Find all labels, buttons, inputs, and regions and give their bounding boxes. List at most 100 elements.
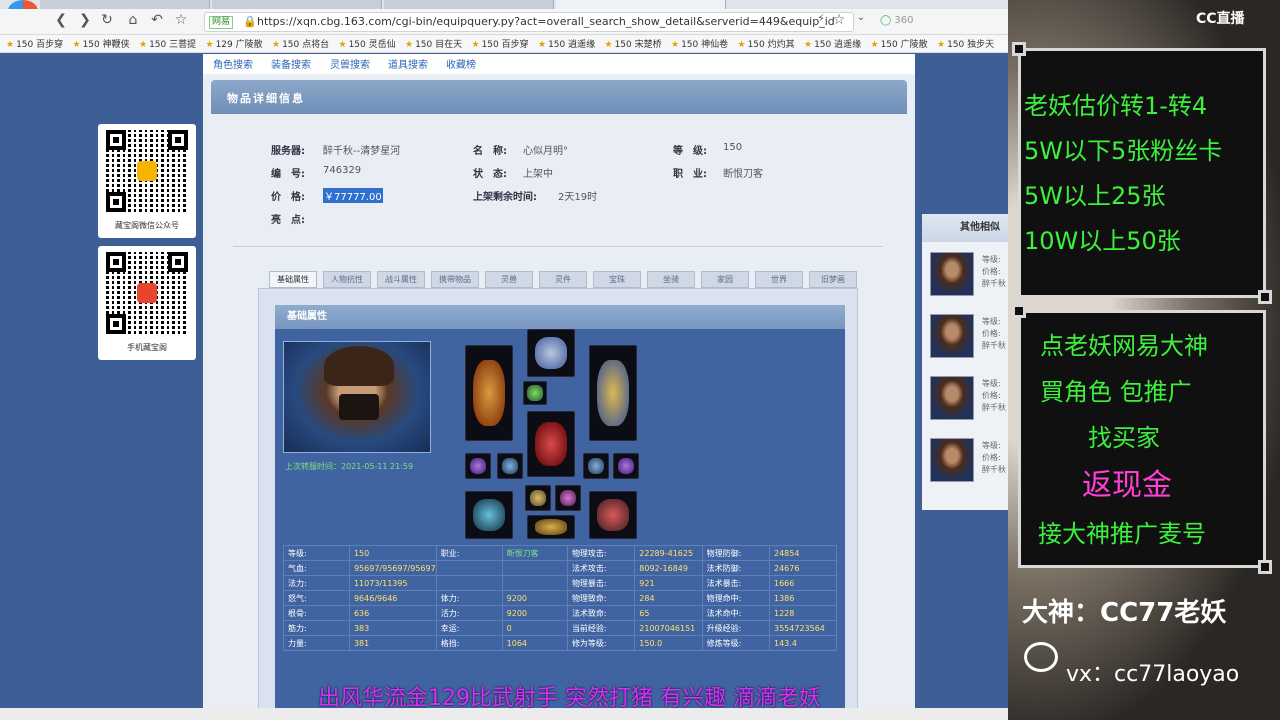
similar-item-avatar[interactable] — [930, 376, 974, 420]
necklace-slot[interactable] — [523, 381, 547, 405]
subtab-1[interactable]: 人物抗性 — [323, 271, 371, 288]
browser-tab[interactable] — [212, 0, 382, 9]
bookmark-label: 150 逍遥缘 — [548, 40, 596, 50]
subtab-6[interactable]: 宝珠 — [593, 271, 641, 288]
similar-item-avatar[interactable] — [930, 314, 974, 358]
nav-pet-search[interactable]: 灵兽搜索 — [330, 56, 370, 71]
subtab-3[interactable]: 携带物品 — [431, 271, 479, 288]
bookmark-item[interactable]: ★ 150 目在天 — [405, 37, 462, 50]
home-icon[interactable]: ⌂ — [124, 12, 142, 28]
subtab-7[interactable]: 坐骑 — [647, 271, 695, 288]
bookmark-item[interactable]: ★ 150 三菩提 — [139, 37, 196, 50]
bookmark-item[interactable]: ★ 150 神仙卷 — [671, 37, 728, 50]
undo-icon[interactable]: ↶ — [148, 12, 166, 28]
helmet-slot[interactable] — [527, 329, 575, 377]
bookmark-star-icon[interactable]: ☆ — [830, 12, 848, 28]
weapon-slot[interactable] — [465, 345, 513, 441]
subtab-4[interactable]: 灵兽 — [485, 271, 533, 288]
bookmark-item[interactable]: ★ 150 百步穿 — [472, 37, 529, 50]
stat-key: 当前经验: — [566, 620, 636, 636]
dropdown-icon[interactable]: ⌄ — [852, 12, 870, 23]
gem-slot[interactable] — [525, 485, 551, 511]
browser-tab[interactable] — [40, 0, 210, 9]
browser-tab-active[interactable] — [556, 0, 726, 9]
status-value: 上架中 — [523, 169, 553, 180]
boots-slot[interactable] — [589, 491, 637, 539]
similar-item[interactable]: 等级: 价格: 醉千秋 — [930, 376, 1008, 424]
bookmark-item[interactable]: ★ 150 宋楚桥 — [605, 37, 662, 50]
stat-key: 职业: — [435, 545, 503, 561]
search-engine-label[interactable]: ◯ 360 — [880, 12, 913, 30]
bookmark-item[interactable]: ★ 150 广陵散 — [871, 37, 928, 50]
stat-value: 150.0 — [634, 635, 703, 651]
back-icon[interactable]: ❮ — [52, 12, 70, 28]
server-label: 服务器: — [271, 146, 305, 157]
bookmark-item[interactable]: ★ 150 逍遥缘 — [538, 37, 595, 50]
ring-slot[interactable] — [583, 453, 609, 479]
shield-slot[interactable] — [589, 345, 637, 441]
search-engine-text: 360 — [894, 15, 914, 26]
cc-live-logo: CC直播 — [1196, 11, 1245, 27]
subtab-9[interactable]: 世界 — [755, 271, 803, 288]
armor-slot[interactable] — [527, 411, 575, 477]
bookmark-icon: ★ — [338, 40, 347, 50]
bookmark-label: 150 目在天 — [415, 40, 463, 50]
similar-item-avatar[interactable] — [930, 438, 974, 482]
browser-tab[interactable] — [384, 0, 554, 9]
subtab-8[interactable]: 家园 — [701, 271, 749, 288]
nav-equip-search[interactable]: 装备搜索 — [271, 56, 311, 71]
subtab-5[interactable]: 灵件 — [539, 271, 587, 288]
wechat-icon — [1024, 642, 1058, 672]
bookmark-item[interactable]: ★ 150 灵岳仙 — [339, 37, 396, 50]
talisman-slot[interactable] — [527, 515, 575, 539]
stat-key: 升级经验: — [701, 620, 771, 636]
belt-slot[interactable] — [465, 491, 513, 539]
price-rule-line: 5W以下5张粉丝卡 — [1024, 137, 1223, 165]
url-text: https://xqn.cbg.163.com/cgi-bin/equipque… — [257, 15, 835, 28]
bookmark-item[interactable]: ★ 129 广陵散 — [206, 37, 263, 50]
character-portrait[interactable] — [283, 341, 431, 453]
ring-slot[interactable] — [613, 453, 639, 479]
top-nav: 角色搜索 装备搜索 灵兽搜索 道具搜索 收藏榜 — [203, 54, 915, 74]
ring-slot[interactable] — [465, 453, 491, 479]
nav-item-search[interactable]: 道具搜索 — [388, 56, 428, 71]
bookmark-item[interactable]: ★ 150 点将台 — [272, 37, 329, 50]
stats-row: 根骨: 636 活力: 9200 法术致命: 65 法术命中: 1228 — [283, 605, 837, 621]
bookmark-item[interactable]: ★ 150 灼灼其 — [738, 37, 795, 50]
favorite-star-icon[interactable]: ☆ — [172, 12, 190, 28]
nav-favorites[interactable]: 收藏榜 — [446, 56, 476, 71]
nav-role-search[interactable]: 角色搜索 — [213, 56, 253, 71]
subtab-10[interactable]: 旧梦画 — [809, 271, 857, 288]
stats-row: 气血: 95697/95697/95697 法术攻击: 8092-16849 法术防御:… — [283, 560, 837, 576]
similar-item[interactable]: 等级: 价格: 醉千秋 — [930, 438, 1008, 486]
main-panel: 角色搜索 装备搜索 灵兽搜索 道具搜索 收藏榜 物品详细信息 服务器: 醉千秋-… — [203, 54, 915, 720]
divider — [233, 246, 883, 247]
stat-value: 22289-41625 — [634, 545, 703, 561]
qr-card-mobile: 手机藏宝阁 — [98, 246, 196, 360]
bookmark-item[interactable]: ★ 150 逍遥缘 — [804, 37, 861, 50]
bookmark-item[interactable]: ★ 150 独步天 — [937, 37, 994, 50]
promo-line: 接大神推广麦号 — [1038, 520, 1206, 548]
stat-value: 24676 — [769, 560, 837, 576]
similar-item-level: 等级: — [982, 317, 1001, 326]
bookmark-icon: ★ — [671, 40, 680, 50]
ring-slot[interactable] — [497, 453, 523, 479]
bookmark-item[interactable]: ★ 150 神鞭侠 — [73, 37, 130, 50]
reload-icon[interactable]: ↻ — [98, 12, 116, 28]
similar-item-avatar[interactable] — [930, 252, 974, 296]
gem-slot[interactable] — [555, 485, 581, 511]
subtab-2[interactable]: 战斗属性 — [377, 271, 425, 288]
bookmark-icon: ★ — [405, 40, 414, 50]
stat-key: 法术致命: — [566, 605, 636, 621]
similar-item[interactable]: 等级: 价格: 醉千秋 — [930, 252, 1008, 300]
similar-item[interactable]: 等级: 价格: 醉千秋 — [930, 314, 1008, 362]
stat-key: 法术暴击: — [701, 575, 771, 591]
forward-icon[interactable]: ❯ — [76, 12, 94, 28]
lightning-icon[interactable]: ⚡ — [812, 12, 830, 25]
bookmark-item[interactable]: ★ 150 百步穿 — [6, 37, 63, 50]
stat-value: 1386 — [769, 590, 837, 606]
subtab-0[interactable]: 基础属性 — [269, 271, 317, 288]
url-input[interactable]: 网易 🔒 https://xqn.cbg.163.com/cgi-bin/equ… — [204, 12, 854, 32]
price-value[interactable]: ￥77777.00 — [323, 188, 383, 203]
stat-key: 怒气: — [283, 590, 350, 606]
